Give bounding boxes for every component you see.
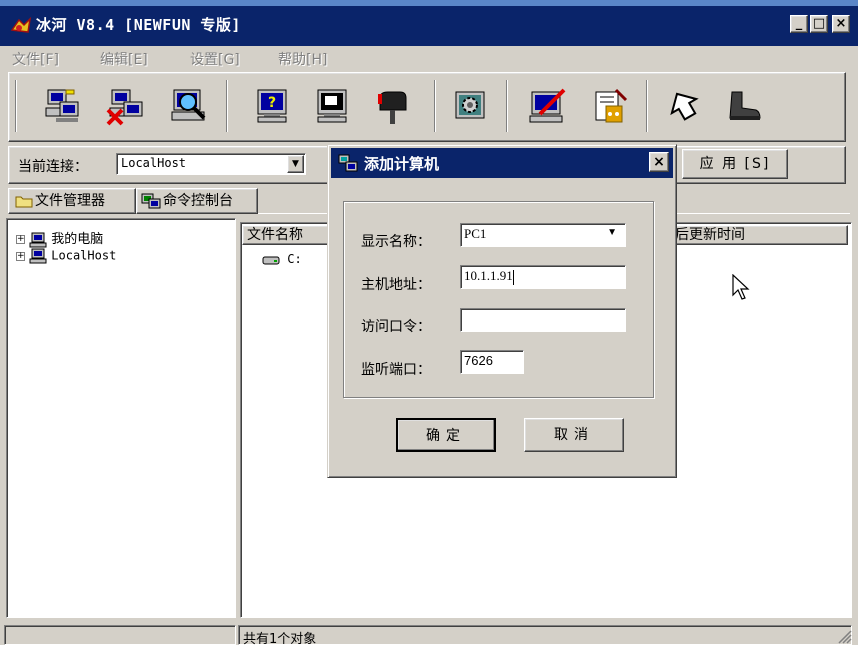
dialog-computer-icon xyxy=(338,154,358,172)
folder-icon xyxy=(15,196,33,208)
tree-item-localhost[interactable]: + LocalHost xyxy=(16,248,116,264)
config-tools-icon[interactable] xyxy=(586,84,630,128)
title-bar-top-strip xyxy=(0,0,858,6)
dialog-title: 添加计算机 xyxy=(364,155,440,173)
connection-select[interactable]: LocalHost ▼ xyxy=(116,153,306,175)
tree-label: LocalHost xyxy=(51,248,117,263)
drive-icon xyxy=(262,256,280,264)
app-icon xyxy=(10,16,32,33)
boot-icon[interactable] xyxy=(722,84,766,128)
toolbar-separator xyxy=(15,80,17,132)
toolbar-separator xyxy=(646,80,648,132)
column-header-time[interactable]: 后更新时间 xyxy=(670,225,848,245)
tab-command-console[interactable]: 命令控制台 xyxy=(136,188,258,214)
host-address-input[interactable]: 10.1.1.91 xyxy=(460,265,626,289)
edit-monitor-icon[interactable] xyxy=(526,84,570,128)
svg-text:?: ? xyxy=(268,95,276,111)
window-title: 冰河 V8.4 [NEWFUN 专版] xyxy=(36,16,241,34)
menu-help[interactable]: 帮助[H] xyxy=(278,49,327,69)
display-name-label: 显示名称： xyxy=(361,234,431,250)
port-label: 监听端口： xyxy=(361,362,431,378)
screen-capture-icon[interactable] xyxy=(310,84,354,128)
help-monitor-icon[interactable]: ? xyxy=(250,84,294,128)
connection-value: LocalHost xyxy=(121,156,187,170)
tree-pane[interactable] xyxy=(6,218,236,618)
tree-label: 我的电脑 xyxy=(51,232,104,247)
tab-file-manager[interactable]: 文件管理器 xyxy=(8,188,136,214)
tab-label: 文件管理器 xyxy=(35,193,105,209)
host-address-label: 主机地址： xyxy=(361,277,431,293)
add-host-icon[interactable] xyxy=(40,84,84,128)
password-label: 访问口令： xyxy=(361,319,431,335)
status-panel-left xyxy=(4,625,236,645)
mouse-cursor-icon xyxy=(732,274,750,300)
mailbox-icon[interactable] xyxy=(370,84,414,128)
tab-label: 命令控制台 xyxy=(163,193,233,209)
apply-button[interactable]: 应 用 [S] xyxy=(682,149,788,179)
display-name-value: PC1 xyxy=(464,226,487,241)
tree-item-my-computer[interactable]: + 我的电脑 xyxy=(16,228,103,248)
minimize-button[interactable]: _ xyxy=(790,15,808,33)
display-name-select[interactable]: PC1 ▼ xyxy=(460,223,626,247)
dialog-close-button[interactable]: × xyxy=(649,152,669,172)
toolbar-separator xyxy=(226,80,228,132)
computer-icon xyxy=(29,232,47,247)
settings-gear-icon[interactable] xyxy=(448,84,492,128)
expand-icon[interactable]: + xyxy=(16,235,25,244)
toolbar-separator xyxy=(434,80,436,132)
maximize-button[interactable]: □ xyxy=(810,15,828,33)
chevron-down-icon[interactable]: ▼ xyxy=(607,227,617,238)
resize-grip-icon[interactable] xyxy=(836,628,852,644)
close-button[interactable]: × xyxy=(832,15,850,33)
computer-icon xyxy=(29,248,47,264)
toolbar-separator xyxy=(506,80,508,132)
expand-icon[interactable]: + xyxy=(16,251,25,261)
text-caret xyxy=(512,269,514,285)
chevron-down-icon[interactable]: ▼ xyxy=(287,155,304,173)
remove-host-icon[interactable] xyxy=(104,84,148,128)
file-row-drive[interactable]: C: xyxy=(262,252,302,266)
console-icon xyxy=(141,193,161,209)
connection-label: 当前连接： xyxy=(18,159,88,175)
file-name: C: xyxy=(287,252,302,266)
menu-settings[interactable]: 设置[G] xyxy=(190,49,240,69)
ok-button[interactable]: 确定 xyxy=(396,418,496,452)
search-host-icon[interactable] xyxy=(168,84,212,128)
menu-file[interactable]: 文件[F] xyxy=(12,49,59,69)
cancel-button[interactable]: 取消 xyxy=(524,418,624,452)
host-address-value: 10.1.1.91 xyxy=(464,268,513,283)
port-input[interactable]: 7626 xyxy=(460,350,524,374)
arrow-icon[interactable] xyxy=(660,84,704,128)
menu-edit[interactable]: 编辑[E] xyxy=(100,49,148,69)
status-text: 共有1个对象 xyxy=(238,625,852,645)
password-input[interactable] xyxy=(460,308,626,332)
